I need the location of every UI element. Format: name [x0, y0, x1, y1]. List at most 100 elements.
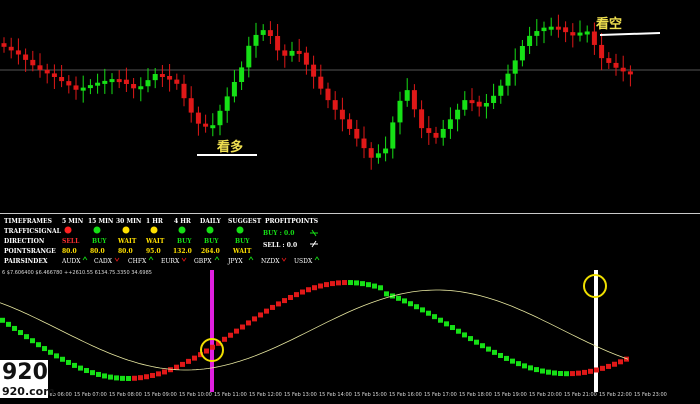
- oscillator-block: [420, 307, 425, 313]
- oscillator-block: [120, 375, 125, 381]
- oscillator-block: [246, 320, 251, 326]
- oscillator-block: [36, 342, 41, 348]
- time-axis-label: 15 Feb 14:00: [319, 392, 352, 398]
- candle-body: [455, 109, 461, 120]
- candle-body: [627, 71, 633, 75]
- pair-audx: AUDX: [61, 258, 81, 265]
- candle-body: [512, 60, 518, 74]
- oscillator-chart[interactable]: 6 $7.606400 $6.466780 ++2610.55 6134.75.…: [0, 268, 700, 400]
- oscillator-block: [108, 374, 113, 380]
- oscillator-block: [138, 375, 143, 381]
- traffic-dot-daily: [206, 226, 214, 234]
- oscillator-block: [18, 330, 23, 336]
- candle-body: [404, 90, 410, 101]
- oscillator-block: [234, 328, 239, 334]
- oscillator-block: [210, 344, 215, 350]
- time-axis-label: 15 Feb 17:00: [424, 392, 457, 398]
- candlestick-series: [1, 14, 633, 170]
- candle-body: [555, 26, 561, 30]
- candle-body: [239, 67, 245, 82]
- price-chart[interactable]: 看多 看空: [0, 0, 700, 212]
- col-header-suggest: SUGGEST: [228, 218, 262, 225]
- oscillator-block: [276, 301, 281, 307]
- candle-body: [469, 100, 475, 104]
- candle-body: [440, 128, 446, 138]
- candle-body: [548, 26, 554, 30]
- oscillator-panel[interactable]: 6 $7.606400 $6.466780 ++2610.55 6134.75.…: [0, 268, 700, 400]
- oscillator-block: [30, 338, 35, 344]
- candle-body: [195, 112, 201, 124]
- oscillator-block: [288, 294, 293, 300]
- candle-body: [498, 85, 504, 96]
- oscillator-block: [552, 370, 557, 376]
- oscillator-block: [498, 352, 503, 358]
- candle-body: [311, 64, 317, 77]
- row-label-pointsrange: POINTSRANGE: [4, 248, 56, 255]
- candle-body: [246, 45, 252, 68]
- oscillator-block: [306, 287, 311, 293]
- profit-buy: BUY : 0.0: [263, 230, 294, 237]
- points-1hr: 95.0: [146, 248, 161, 255]
- candle-body: [30, 59, 36, 66]
- oscillator-block: [324, 282, 329, 288]
- price-chart-panel[interactable]: 看多 看空: [0, 0, 700, 212]
- oscillator-block: [150, 372, 155, 378]
- time-axis-label: 15 Feb 23:00: [634, 392, 667, 398]
- oscillator-block: [66, 359, 71, 365]
- signal-dashboard-grid: TIMEFRAMES TRAFFICSIGNAL DIRECTION POINT…: [4, 218, 320, 265]
- time-axis-label: 15 Feb 16:00: [389, 392, 422, 398]
- oscillator-block: [354, 280, 359, 286]
- oscillator-block: [192, 355, 197, 361]
- oscillator-block: [504, 355, 509, 361]
- oscillator-header: 6 $7.606400 $6.466780 ++2610.55 6134.75.…: [2, 270, 152, 276]
- candle-body: [491, 95, 497, 103]
- buy-signal-label: 看多: [217, 139, 243, 155]
- oscillator-block: [132, 375, 137, 381]
- candle-body: [131, 84, 137, 89]
- candle-body: [217, 110, 223, 126]
- candle-body: [368, 148, 374, 158]
- candle-body: [260, 30, 266, 35]
- candle-body: [411, 90, 417, 110]
- candle-body: [419, 109, 425, 129]
- signal-bar-white: [594, 270, 598, 392]
- candle-body: [339, 109, 345, 120]
- candle-body: [383, 148, 389, 154]
- candle-body: [44, 69, 50, 74]
- row-label-timeframes: TIMEFRAMES: [4, 218, 52, 225]
- points-5min: 80.0: [62, 248, 77, 255]
- candle-body: [73, 85, 79, 90]
- oscillator-block: [222, 336, 227, 342]
- oscillator-block: [90, 370, 95, 376]
- oscillator-block: [432, 314, 437, 320]
- candle-body: [253, 34, 259, 46]
- candle-body: [289, 50, 295, 56]
- candle-body: [426, 128, 432, 133]
- oscillator-block: [594, 367, 599, 373]
- oscillator-block: [606, 363, 611, 369]
- candle-body: [159, 74, 165, 78]
- oscillator-block: [438, 317, 443, 323]
- candle-body: [282, 50, 288, 56]
- oscillator-block: [612, 361, 617, 367]
- row-label-pairsindex: PAIRSINDEX: [4, 258, 48, 265]
- oscillator-block: [522, 363, 527, 369]
- time-axis-label: 15 Feb 10:00: [179, 392, 212, 398]
- oscillator-block: [312, 285, 317, 291]
- candle-body: [15, 50, 21, 55]
- oscillator-block: [330, 281, 335, 287]
- time-axis-label: 15 Feb 19:00: [494, 392, 527, 398]
- candle-body: [23, 54, 29, 60]
- candle-body: [570, 32, 576, 36]
- profit-buy-arrow-icon: [310, 229, 318, 237]
- oscillator-block: [144, 374, 149, 380]
- traffic-dot-1hr: [150, 226, 158, 234]
- oscillator-block: [588, 368, 593, 374]
- traffic-dot-30min: [122, 226, 130, 234]
- points-30min: 80.0: [118, 248, 133, 255]
- pair-eurx: EURX: [161, 258, 180, 265]
- oscillator-block: [540, 368, 545, 374]
- oscillator-block: [180, 361, 185, 367]
- oscillator-block: [24, 334, 29, 340]
- col-header-daily: DAILY: [200, 218, 222, 225]
